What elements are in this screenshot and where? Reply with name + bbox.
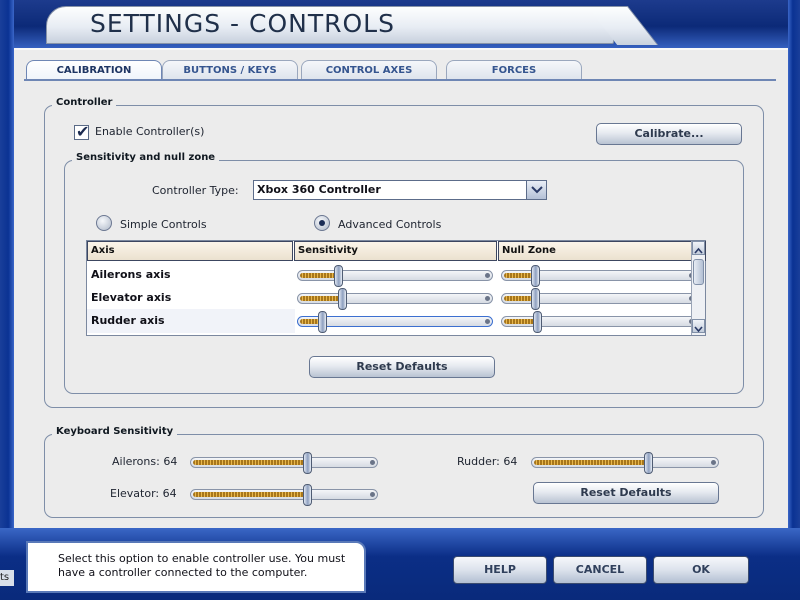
rudder-keyboard-label: Rudder: 64 [457, 455, 518, 468]
chevron-down-icon[interactable] [526, 181, 546, 199]
chevron-up-icon [694, 247, 703, 254]
slider-thumb[interactable] [303, 452, 312, 474]
slider-thumb[interactable] [533, 311, 542, 333]
keyboard-sensitivity-group [44, 434, 764, 518]
slider-thumb[interactable] [334, 265, 343, 287]
controller-type-label: Controller Type: [152, 184, 239, 197]
slider-thumb[interactable] [303, 484, 312, 506]
ailerons-null-zone-slider[interactable] [501, 265, 697, 287]
window-frame-right [788, 0, 800, 600]
sensitivity-group-label: Sensitivity and null zone [72, 152, 220, 163]
rudder-null-zone-slider[interactable] [501, 311, 697, 333]
ok-button[interactable]: OK [653, 556, 749, 584]
enable-controller-label: Enable Controller(s) [95, 125, 205, 138]
table-scrollbar[interactable] [691, 241, 705, 335]
slider-thumb[interactable] [338, 288, 347, 310]
keyboard-sensitivity-label: Keyboard Sensitivity [52, 426, 178, 437]
tab-forces[interactable]: FORCES [446, 60, 582, 80]
controller-group-label: Controller [52, 97, 117, 108]
reset-defaults-keyboard-button[interactable]: Reset Defaults [533, 482, 719, 504]
elevator-keyboard-label: Elevator: 64 [110, 487, 177, 500]
simple-controls-label: Simple Controls [120, 218, 207, 231]
advanced-controls-label: Advanced Controls [338, 218, 442, 231]
taskbar-fragment: ts [0, 570, 14, 586]
elevator-null-zone-slider[interactable] [501, 288, 697, 310]
table-row-ailerons[interactable]: Ailerons axis [91, 268, 171, 281]
column-header-axis[interactable]: Axis [87, 241, 293, 261]
checkmark-icon: ✔ [76, 122, 90, 141]
chevron-down-icon [694, 326, 703, 333]
column-header-null-zone[interactable]: Null Zone [498, 241, 706, 261]
elevator-keyboard-slider[interactable] [190, 484, 378, 506]
table-row-elevator[interactable]: Elevator axis [91, 291, 171, 304]
reset-defaults-sensitivity-button[interactable]: Reset Defaults [309, 356, 495, 378]
ailerons-keyboard-slider[interactable] [190, 452, 378, 474]
tab-control-axes[interactable]: CONTROL AXES [301, 60, 437, 80]
page-title: SETTINGS - CONTROLS [90, 9, 395, 38]
axis-table: Axis Sensitivity Null Zone Ailerons axis… [86, 240, 706, 336]
ailerons-keyboard-label: Ailerons: 64 [112, 455, 178, 468]
advanced-controls-radio[interactable] [314, 215, 330, 231]
ailerons-sensitivity-slider[interactable] [297, 265, 493, 287]
slider-thumb[interactable] [531, 288, 540, 310]
slider-thumb[interactable] [318, 311, 327, 333]
help-button[interactable]: HELP [453, 556, 547, 584]
table-row-rudder[interactable]: Rudder axis [91, 314, 165, 327]
column-header-sensitivity[interactable]: Sensitivity [294, 241, 497, 261]
scroll-thumb[interactable] [693, 259, 704, 285]
elevator-sensitivity-slider[interactable] [297, 288, 493, 310]
calibrate-button[interactable]: Calibrate... [596, 123, 742, 145]
slider-thumb[interactable] [531, 265, 540, 287]
cancel-button[interactable]: CANCEL [553, 556, 647, 584]
tab-calibration[interactable]: CALIBRATION [26, 60, 162, 81]
window-frame-left [0, 0, 14, 600]
simple-controls-radio[interactable] [96, 215, 112, 231]
scroll-up-button[interactable] [692, 241, 705, 255]
tab-buttons-keys[interactable]: BUTTONS / KEYS [162, 60, 298, 80]
rudder-sensitivity-slider[interactable] [297, 311, 493, 333]
controller-type-select[interactable]: Xbox 360 Controller [253, 180, 547, 200]
tab-underline [24, 79, 776, 81]
controller-type-value: Xbox 360 Controller [257, 183, 381, 196]
help-text-box: Select this option to enable controller … [26, 541, 366, 593]
scroll-down-button[interactable] [692, 319, 705, 333]
enable-controller-checkbox[interactable]: ✔ [74, 122, 90, 141]
slider-thumb[interactable] [644, 452, 653, 474]
rudder-keyboard-slider[interactable] [531, 452, 719, 474]
